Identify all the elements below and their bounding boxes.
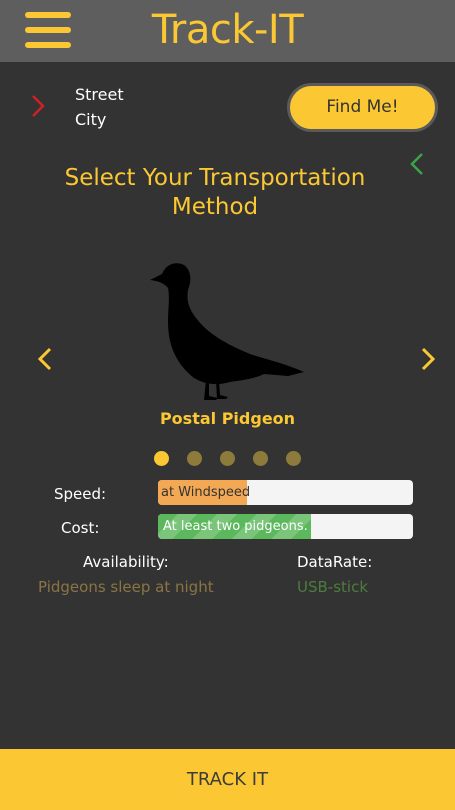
prev-method-chevron-left-icon[interactable] <box>35 346 55 372</box>
datarate-label: DataRate: <box>297 553 373 571</box>
cost-bar-text: At least two pidgeons. <box>163 519 308 534</box>
method-name: Postal Pidgeon <box>159 409 296 428</box>
section-title: Select Your Transportation Method <box>64 165 366 220</box>
datarate-value: USB-stick <box>297 578 369 596</box>
carousel-dot[interactable] <box>154 451 169 466</box>
track-it-button[interactable]: TRACK IT <box>0 749 455 810</box>
carousel-dot[interactable] <box>187 451 202 466</box>
pigeon-silhouette-icon <box>150 263 304 400</box>
find-me-button[interactable]: Find Me! <box>287 83 438 132</box>
cost-bar: At least two pidgeons. <box>158 514 413 539</box>
speed-bar: at Windspeed <box>158 480 413 505</box>
availability-value: Pidgeons sleep at night <box>38 578 214 596</box>
city-label: City <box>75 110 107 129</box>
carousel-dot[interactable] <box>253 451 268 466</box>
app-header: Track-IT <box>0 0 455 62</box>
next-method-chevron-right-icon[interactable] <box>418 346 438 372</box>
availability-label: Availability: <box>83 553 169 571</box>
cost-label: Cost: <box>61 519 100 537</box>
speed-label: Speed: <box>54 485 107 503</box>
street-label: Street <box>75 85 124 104</box>
speed-bar-text: at Windspeed <box>161 485 251 500</box>
app-title: Track-IT <box>151 7 304 53</box>
chevron-right-icon <box>32 95 45 117</box>
carousel-dot[interactable] <box>286 451 301 466</box>
carousel-dot[interactable] <box>220 451 235 466</box>
chevron-left-icon[interactable] <box>407 152 427 176</box>
